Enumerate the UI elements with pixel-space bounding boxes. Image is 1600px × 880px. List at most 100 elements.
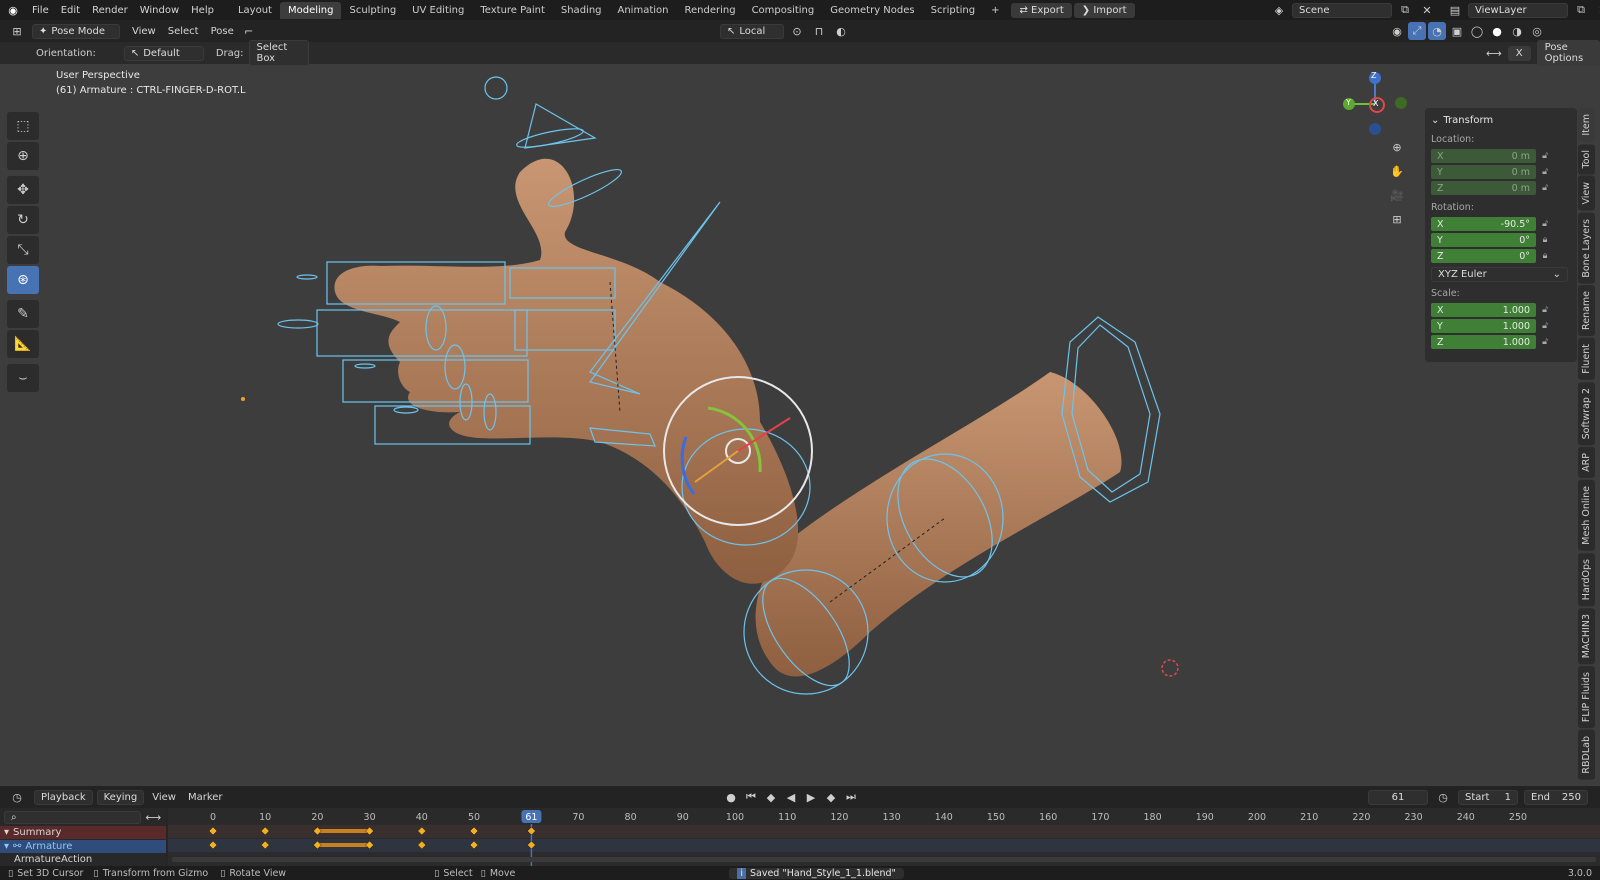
scene-icon[interactable]: ◈ [1270,1,1288,19]
rotation-z-field[interactable]: Z 0° [1431,249,1536,263]
rotation-y-field[interactable]: Y 0° [1431,233,1536,247]
lock-icon[interactable]: 🔒︎ [1536,251,1554,261]
pose-library-icon[interactable]: ⌐ [240,22,258,40]
tab-texture-paint[interactable]: Texture Paint [472,2,553,19]
marker-menu[interactable]: Marker [188,792,223,803]
tab-uv-editing[interactable]: UV Editing [404,2,472,19]
sidebar-tab-softwrap[interactable]: Softwrap 2 [1578,381,1595,446]
view-layer-field[interactable]: ViewLayer [1468,2,1568,18]
menu-render[interactable]: Render [86,5,134,16]
perspective-toggle-icon[interactable]: ⊞ [1388,210,1406,228]
scale-x-field[interactable]: X 1.000 [1431,303,1536,317]
overlay-toggle-icon[interactable]: ◔ [1428,22,1446,40]
channel-search-input[interactable]: ⌕ [4,810,141,824]
jump-start-icon[interactable]: ⏮ [742,788,760,806]
tab-scripting[interactable]: Scripting [923,2,983,19]
tab-layout[interactable]: Layout [230,2,280,19]
snap-icon[interactable]: ⊓ [810,22,828,40]
pan-hand-icon[interactable]: ✋ [1388,162,1406,180]
sidebar-tab-tool[interactable]: Tool [1578,143,1595,175]
next-keyframe-icon[interactable]: ◆ [822,788,840,806]
record-icon[interactable]: ● [722,788,740,806]
sidebar-tab-flip-fluids[interactable]: FLIP Fluids [1578,666,1595,729]
sidebar-tab-view[interactable]: View [1578,176,1595,211]
rotation-x-field[interactable]: X -90.5° [1431,217,1536,231]
gizmo-toggle-icon[interactable]: ⤢ [1408,22,1426,40]
select-box-tool[interactable]: ⬚ [7,112,39,140]
tab-modeling[interactable]: Modeling [279,1,342,19]
unlock-icon[interactable]: 🔓︎ [1536,167,1554,177]
end-frame-field[interactable]: End 250 [1524,789,1588,805]
unlock-icon[interactable]: 🔓︎ [1536,305,1554,315]
scale-z-field[interactable]: Z 1.000 [1431,335,1536,349]
menu-edit[interactable]: Edit [55,5,86,16]
channel-action[interactable]: ArmatureAction [0,854,166,864]
tab-animation[interactable]: Animation [610,2,677,19]
unlock-icon[interactable]: 🔓︎ [1536,151,1554,161]
rotation-mode-dropdown[interactable]: XYZ Euler ⌄ [1431,266,1568,282]
scale-tool[interactable]: ⤡ [7,236,39,264]
current-frame-field[interactable]: 61 [1368,789,1428,805]
new-scene-icon[interactable]: ⧉ [1396,1,1414,19]
view-layer-icon[interactable]: ▤ [1446,1,1464,19]
wireframe-shading-icon[interactable]: ◯ [1468,22,1486,40]
dope-sheet[interactable]: 0 10 20 30 40 50 61 70 80 90 100 110 120 130 140 150 160… [168,808,1600,868]
tab-geometry-nodes[interactable]: Geometry Nodes [822,2,922,19]
add-workspace-button[interactable]: + [983,2,1007,19]
transform-tool[interactable]: ⊛ [7,266,39,294]
editor-type-icon[interactable]: ⊞ [8,22,26,40]
tab-compositing[interactable]: Compositing [744,2,823,19]
pose-options-dropdown[interactable]: Pose Options [1536,40,1600,66]
lock-icon[interactable]: 🔒︎ [1536,235,1554,245]
rendered-shading-icon[interactable]: ◎ [1528,22,1546,40]
location-z-field[interactable]: Z 0 m [1431,181,1536,195]
sidebar-tab-rbdlab[interactable]: RBDLab [1578,730,1595,780]
orientation-dropdown[interactable]: ↖ Default [123,45,204,61]
cursor-tool[interactable]: ⊕ [7,142,39,170]
unlock-icon[interactable]: 🔓︎ [1536,321,1554,331]
import-button[interactable]: ❯ Import [1073,2,1135,18]
zoom-icon[interactable]: ⊕ [1388,138,1406,156]
delete-scene-icon[interactable]: ✕ [1418,1,1436,19]
mirror-icon[interactable]: ⟷ [1486,44,1502,62]
swap-icon[interactable]: ⟷ [145,808,163,826]
unlock-icon[interactable]: 🔓︎ [1536,337,1554,347]
new-view-layer-icon[interactable]: ⧉ [1572,1,1590,19]
chevron-down-icon[interactable]: ⌄ [1431,115,1439,126]
blender-logo-icon[interactable]: ◉ [4,1,22,19]
tab-shading[interactable]: Shading [553,2,610,19]
scale-y-field[interactable]: Y 1.000 [1431,319,1536,333]
jump-end-icon[interactable]: ⏭ [842,788,860,806]
sidebar-tab-mesh-online[interactable]: Mesh Online [1578,480,1595,551]
sidebar-tab-hardops[interactable]: HardOps [1578,552,1595,607]
channel-summary[interactable]: ▾ Summary [0,826,166,839]
channel-armature[interactable]: ▾ ⚯ Armature [0,840,166,853]
clock-icon[interactable]: ◷ [1434,788,1452,806]
delete-view-layer-icon[interactable]: ✕ [1594,1,1600,19]
sidebar-tab-fluent[interactable]: Fluent [1578,338,1595,380]
export-button[interactable]: ⇄ Export [1011,2,1072,18]
menu-window[interactable]: Window [134,5,185,16]
visibility-icon[interactable]: ◉ [1388,22,1406,40]
tab-sculpting[interactable]: Sculpting [341,2,404,19]
menu-select[interactable]: Select [162,26,205,37]
menu-help[interactable]: Help [185,5,220,16]
rotate-tool[interactable]: ↻ [7,206,39,234]
sidebar-tab-machin3[interactable]: MACHIN3 [1578,608,1595,665]
material-shading-icon[interactable]: ◑ [1508,22,1526,40]
keying-menu[interactable]: Keying [96,789,145,805]
x-mirror-button[interactable]: X [1507,45,1531,61]
prev-keyframe-icon[interactable]: ◆ [762,788,780,806]
play-reverse-icon[interactable]: ◀ [782,788,800,806]
sidebar-tab-rename[interactable]: Rename [1578,285,1595,337]
unlock-icon[interactable]: 🔓︎ [1536,183,1554,193]
drag-dropdown[interactable]: Select Box [249,40,310,66]
move-tool[interactable]: ✥ [7,176,39,204]
pivot-icon[interactable]: ⊙ [788,22,806,40]
menu-file[interactable]: File [26,5,55,16]
sidebar-tab-bone-layers[interactable]: Bone Layers [1578,212,1595,284]
camera-view-icon[interactable]: 🎥 [1388,186,1406,204]
menu-view[interactable]: View [126,26,162,37]
unlock-icon[interactable]: 🔓︎ [1536,219,1554,229]
timeline-view-menu[interactable]: View [152,792,176,803]
